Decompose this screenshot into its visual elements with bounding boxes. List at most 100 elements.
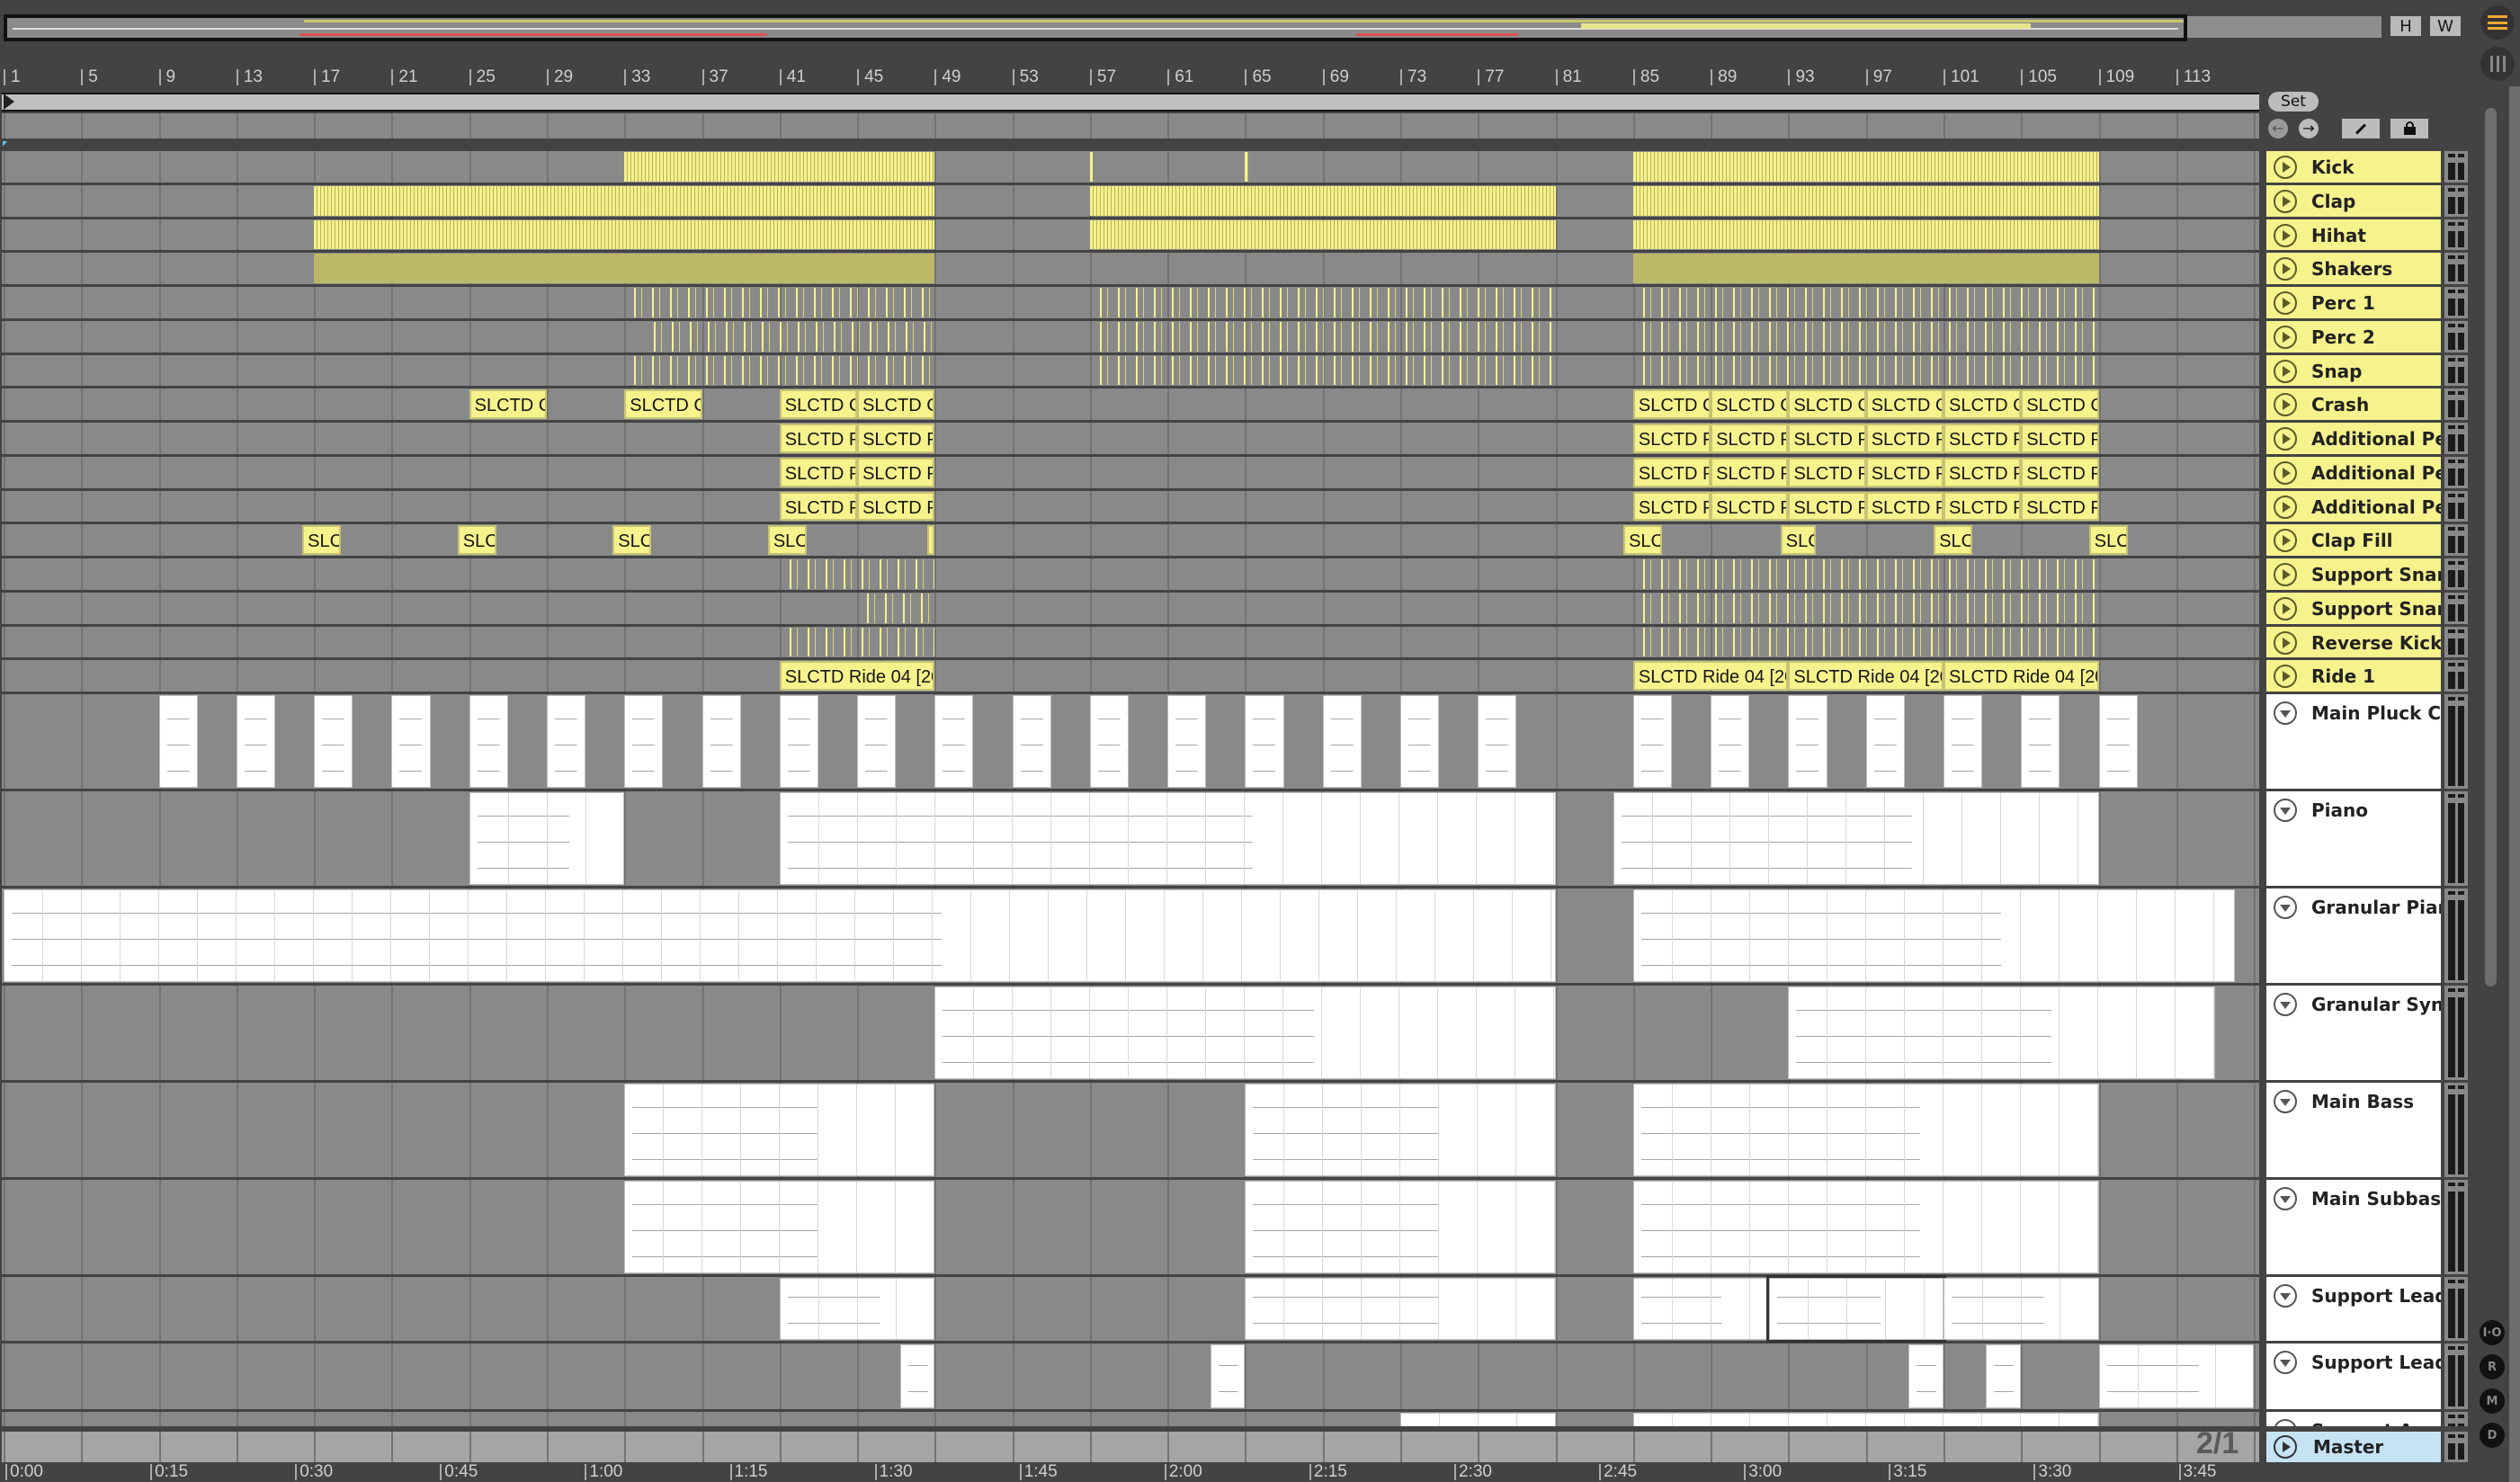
midi-clip[interactable] [1089,695,1130,788]
track-header[interactable]: Additional Per [2263,423,2470,457]
play-icon[interactable] [2274,563,2297,586]
audio-clip[interactable] [1632,321,2099,352]
play-icon[interactable] [2274,427,2297,451]
track-title-bar[interactable]: Main Bass [2266,1083,2441,1177]
track-title-bar[interactable]: Support Snare [2266,592,2441,624]
fold-toggle-icon[interactable] [2274,799,2297,822]
audio-clip[interactable] [1089,219,1556,250]
audio-clip[interactable]: SLCTD P [857,491,935,522]
midi-clip[interactable] [1245,1181,1556,1273]
midi-clip[interactable] [1632,1278,1769,1340]
audio-clip[interactable]: SLC [767,525,807,555]
midi-clip[interactable] [469,792,625,885]
midi-clip[interactable] [1400,695,1440,788]
track-header[interactable]: Main Pluck Ch [2263,694,2470,791]
midi-clip[interactable] [701,695,741,788]
audio-clip[interactable] [779,627,935,657]
audio-clip[interactable]: SLCTD Ride 04 [20 [1632,661,1789,691]
midi-clip[interactable] [1765,1275,1946,1343]
audio-clip[interactable]: SLCTD C [857,389,935,419]
midi-clip[interactable] [1986,1344,2022,1408]
audio-clip[interactable] [314,254,935,283]
track-header[interactable]: Hihat [2263,219,2470,254]
audio-clip[interactable] [1632,219,2099,250]
midi-clip[interactable] [2098,695,2138,788]
audio-clip[interactable]: SLCTD Ride 04 [20 [1944,661,2099,691]
track-title-bar[interactable]: Main Pluck Ch [2266,694,2441,789]
track-header[interactable]: Piano [2263,791,2470,888]
track-title-bar[interactable]: Reverse Kick [2266,626,2441,658]
audio-clip[interactable]: SLCTD P [1711,424,1789,453]
track-header[interactable]: Additional Per [2263,490,2470,525]
track-title-bar[interactable]: Support Lead [2266,1344,2441,1409]
midi-clip[interactable] [236,695,275,788]
start-marker-icon[interactable] [4,94,14,110]
audio-clip[interactable]: SLCTD P [1632,424,1711,453]
play-icon[interactable] [2274,325,2297,349]
fold-toggle-icon[interactable] [2274,1284,2297,1308]
audio-clip[interactable] [314,219,935,250]
audio-clip[interactable]: SLCTD P [1865,424,1944,453]
track-header[interactable]: Granular Synt [2263,986,2470,1083]
loop-bar[interactable] [2,93,2259,112]
track-header[interactable]: Perc 2 [2263,320,2470,355]
midi-clip[interactable] [1944,695,1983,788]
track-lane[interactable] [2,184,2259,217]
midi-clip[interactable] [624,1084,935,1176]
fit-height-button[interactable]: H [2390,16,2421,36]
play-icon[interactable] [2274,460,2297,485]
audio-clip[interactable] [1632,185,2099,216]
track-header[interactable]: Support Lead [2263,1277,2470,1344]
midi-clip[interactable] [1012,695,1051,788]
midi-clip[interactable] [899,1344,935,1408]
fold-toggle-icon[interactable] [2274,1187,2297,1210]
arrangement-overview[interactable] [4,14,2187,41]
track-lane[interactable] [2,1083,2259,1177]
midi-clip[interactable] [1865,695,1905,788]
midi-clip[interactable] [779,792,1556,885]
midi-clip[interactable] [1167,695,1207,788]
midi-clip[interactable] [779,1278,935,1340]
track-lane[interactable]: SLCTD P SLCTD P SLCTD P SLCTD P SLCTD P SLCTD… [2,423,2259,454]
audio-clip[interactable] [1632,288,2099,317]
audio-clip[interactable] [1245,152,1248,182]
track-header[interactable]: Shakers [2263,253,2470,287]
audio-clip[interactable]: SLCTD P [1632,491,1711,522]
audio-clip[interactable] [1089,321,1556,352]
track-title-bar[interactable]: Support Lead [2266,1277,2441,1341]
track-header[interactable]: Main Subbass [2263,1180,2470,1277]
track-title-bar[interactable]: Snap [2266,354,2441,387]
audio-clip[interactable]: SLCTD P [1788,457,1866,487]
midi-clip[interactable] [779,695,818,788]
delay-toggle-button[interactable]: D [2480,1423,2505,1448]
draw-mode-button[interactable] [2342,119,2380,138]
track-lane[interactable] [2,592,2259,624]
track-header[interactable]: Main Bass [2263,1083,2470,1180]
track-title-bar[interactable]: Additional Per [2266,423,2441,454]
midi-clip[interactable] [2021,695,2060,788]
arrangement-timeline[interactable]: SLCTD C SLCTD C SLCTD C SLCTD C SLCTD C SLCTD… [0,151,2259,1426]
audio-clip[interactable]: SLCTD P [1944,457,2022,487]
track-title-bar[interactable]: Support Snare [2266,558,2441,590]
audio-clip[interactable] [1089,152,1094,182]
midi-clip[interactable] [2098,1344,2255,1408]
midi-clip[interactable] [1632,1181,2099,1273]
midi-clip[interactable] [1788,987,2215,1079]
midi-clip[interactable] [391,695,431,788]
audio-clip[interactable] [1632,355,2099,386]
track-lane[interactable] [2,791,2259,886]
track-lane[interactable] [2,151,2259,183]
audio-clip[interactable]: SLC [2088,525,2128,555]
audio-clip[interactable] [624,288,935,317]
track-title-bar[interactable]: Clap [2266,184,2441,217]
time-signature[interactable]: 2/1 [2196,1426,2239,1461]
midi-clip[interactable] [1632,889,2235,982]
bar-ruler[interactable]: 1 5 9 13 17 21 25 29 33 37 41 45 49 53 57 61 65 69 73 77 81 8… [0,54,2259,92]
audio-clip[interactable] [857,593,935,623]
track-lane[interactable] [2,626,2259,658]
audio-clip[interactable]: SLCTD C [1788,389,1866,419]
audio-clip[interactable]: SLCTD C [1944,389,2022,419]
play-icon[interactable] [2274,223,2297,247]
audio-clip[interactable]: SLCTD C [1632,389,1711,419]
midi-clip[interactable] [1632,1413,2099,1426]
